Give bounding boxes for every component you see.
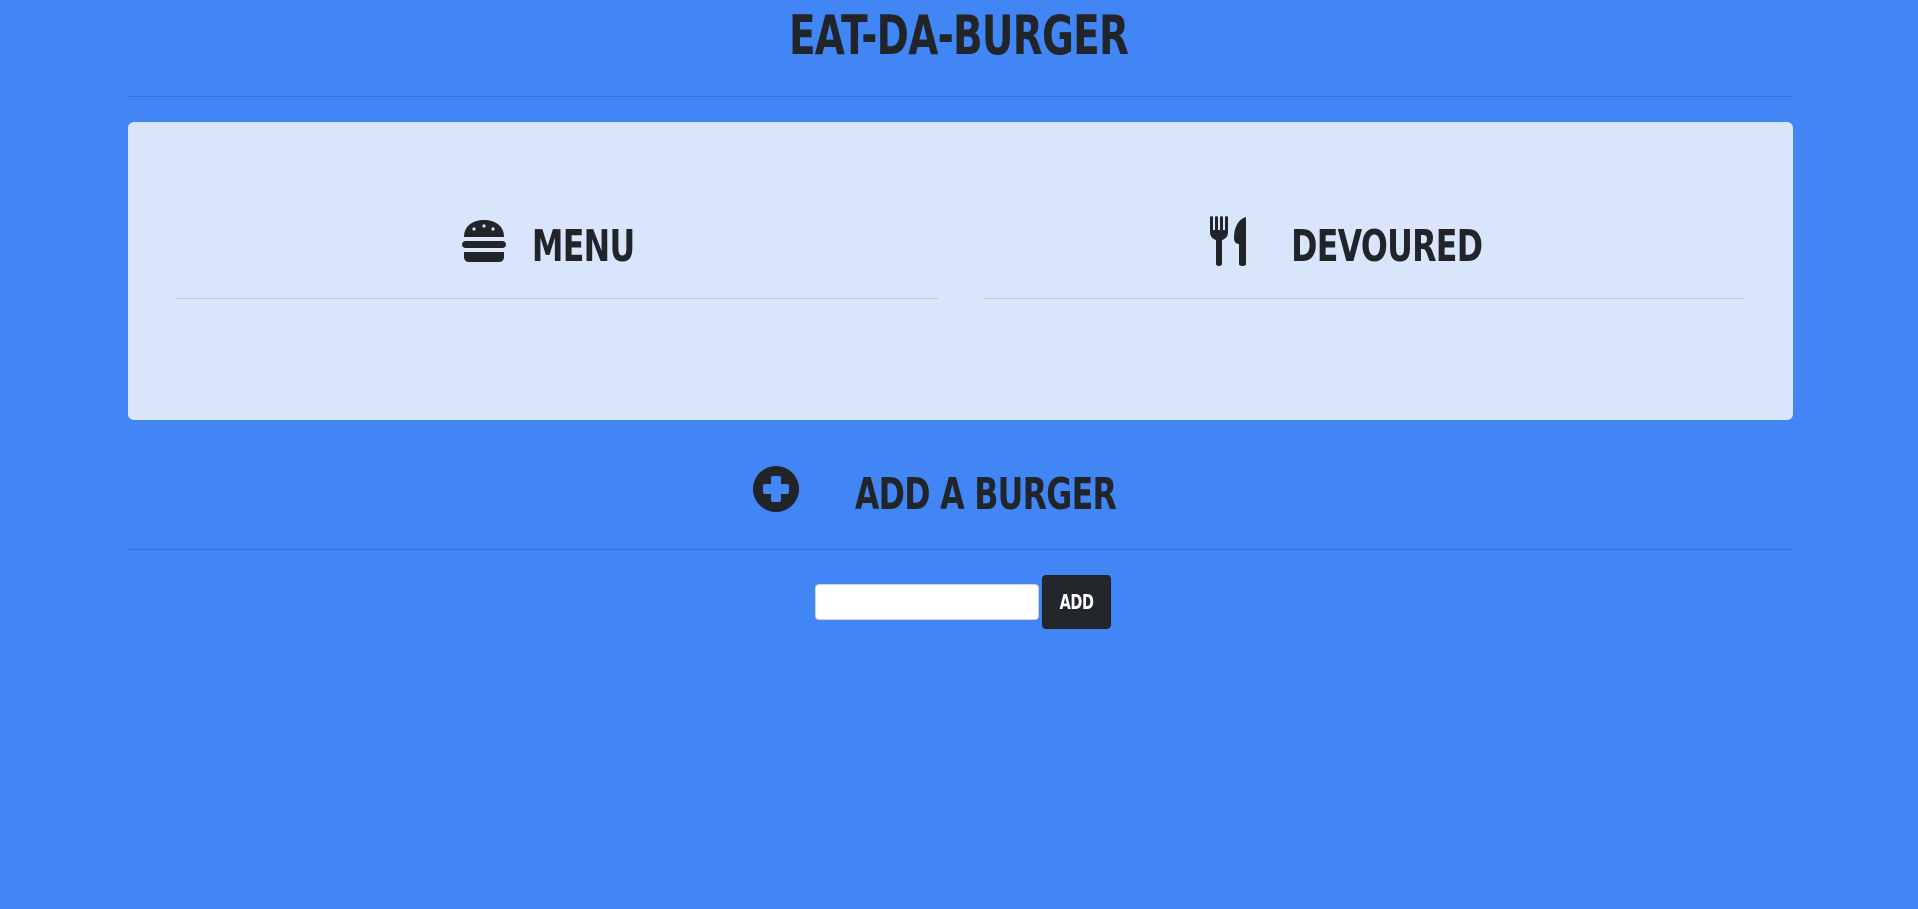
page-title: EAT-DA-BURGER	[0, 4, 1918, 68]
page-title-text: EAT-DA-BURGER	[789, 4, 1129, 67]
add-burger-heading-label: ADD A BURGER	[854, 468, 1116, 520]
devoured-column: DEVOURED	[983, 122, 1745, 420]
add-button-label: ADD	[1059, 590, 1094, 614]
menu-heading: MENU	[176, 216, 938, 276]
menu-divider	[176, 298, 938, 299]
devoured-heading-label: DEVOURED	[1291, 220, 1483, 272]
devoured-divider	[983, 298, 1745, 299]
burger-board-panel: MENU DEVOURED	[128, 122, 1793, 420]
burger-name-input[interactable]	[815, 584, 1039, 620]
utensils-icon	[1208, 215, 1250, 277]
menu-heading-label: MENU	[531, 220, 635, 272]
hamburger-icon	[460, 219, 508, 274]
plus-circle-icon	[752, 465, 800, 524]
header-divider	[128, 96, 1793, 97]
devoured-heading: DEVOURED	[983, 215, 1745, 277]
add-button[interactable]: ADD	[1042, 575, 1111, 629]
menu-column: MENU	[176, 122, 938, 420]
add-burger-form: ADD	[815, 575, 1111, 629]
add-section-divider	[128, 549, 1793, 550]
add-burger-heading: ADD A BURGER	[0, 465, 1918, 524]
